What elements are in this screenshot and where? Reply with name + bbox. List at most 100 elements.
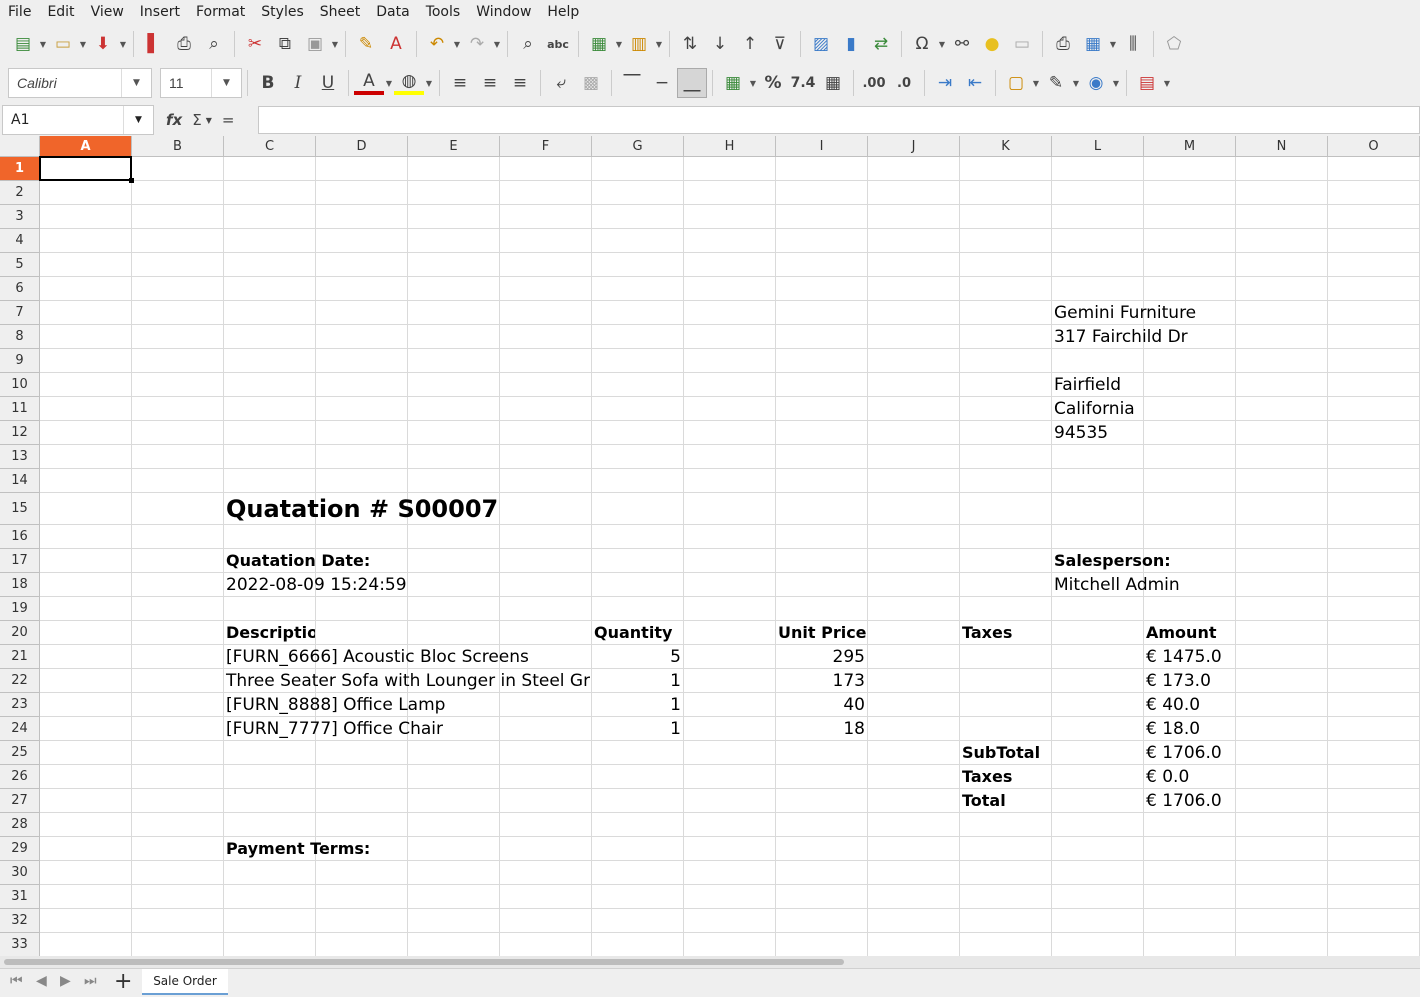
cell-l7[interactable]: Gemini Furniture <box>1052 301 1235 324</box>
column-dropdown-icon[interactable]: ▼ <box>654 29 664 59</box>
sort-icon[interactable]: ⇅ <box>675 29 705 59</box>
row-icon[interactable]: ▦ <box>584 29 614 59</box>
export-pdf-icon[interactable]: ▌ <box>139 29 169 59</box>
decrease-indent-icon[interactable]: ⇤ <box>960 68 990 98</box>
row-dropdown-icon[interactable]: ▼ <box>614 29 624 59</box>
menu-sheet[interactable]: Sheet <box>312 0 368 24</box>
row-header-5[interactable]: 5 <box>0 253 40 277</box>
spellcheck-icon[interactable]: abc <box>543 29 573 59</box>
border-color-icon[interactable]: ◉ <box>1081 68 1111 98</box>
open-dropdown-icon[interactable]: ▼ <box>78 29 88 59</box>
row-header-23[interactable]: 23 <box>0 693 40 717</box>
cell-l11[interactable]: California <box>1052 397 1235 420</box>
row-header-21[interactable]: 21 <box>0 645 40 669</box>
underline-icon[interactable]: U <box>313 68 343 98</box>
sort-ascending-icon[interactable]: ↓ <box>705 29 735 59</box>
cell-i20[interactable]: Unit Price <box>776 621 867 644</box>
align-center-icon[interactable]: ≡ <box>475 68 505 98</box>
row-header-28[interactable]: 28 <box>0 813 40 837</box>
row-header-15[interactable]: 15 <box>0 493 40 525</box>
cell-i23[interactable]: 40 <box>776 693 867 716</box>
align-right-icon[interactable]: ≡ <box>505 68 535 98</box>
number-format-icon[interactable]: 7.4 <box>788 68 818 98</box>
menu-styles[interactable]: Styles <box>253 0 311 24</box>
row-header-25[interactable]: 25 <box>0 741 40 765</box>
row-header-19[interactable]: 19 <box>0 597 40 621</box>
row-header-4[interactable]: 4 <box>0 229 40 253</box>
cell-c15[interactable]: Quatation # S00007 <box>224 493 591 524</box>
align-top-icon[interactable]: ⎺ <box>617 68 647 98</box>
split-window-icon[interactable]: ⫼ <box>1118 29 1148 59</box>
highlight-color-icon[interactable]: ◍ <box>394 71 424 95</box>
date-format-icon[interactable]: ▦ <box>818 68 848 98</box>
print-range-icon[interactable]: ⎙ <box>1048 29 1078 59</box>
redo-dropdown-icon[interactable]: ▼ <box>492 29 502 59</box>
row-header-9[interactable]: 9 <box>0 349 40 373</box>
cell-c24[interactable]: [FURN_7777] Office Chair <box>224 717 591 740</box>
conditional-dropdown-icon[interactable]: ▼ <box>1162 68 1172 98</box>
cell-l12[interactable]: 94535 <box>1052 421 1235 444</box>
row-header-33[interactable]: 33 <box>0 933 40 957</box>
print-preview-icon[interactable]: ⌕ <box>199 29 229 59</box>
row-header-2[interactable]: 2 <box>0 181 40 205</box>
cell-g21[interactable]: 5 <box>592 645 683 668</box>
cell-k27[interactable]: Total <box>960 789 1051 812</box>
highlight-dropdown-icon[interactable]: ▼ <box>424 68 434 98</box>
undo-dropdown-icon[interactable]: ▼ <box>452 29 462 59</box>
comment-icon[interactable]: ● <box>977 29 1007 59</box>
font-name-dropdown-icon[interactable]: ▼ <box>121 69 151 97</box>
cell-l10[interactable]: Fairfield <box>1052 373 1235 396</box>
insert-image-icon[interactable]: ▨ <box>806 29 836 59</box>
row-header-22[interactable]: 22 <box>0 669 40 693</box>
cell-c20[interactable]: Description <box>224 621 315 644</box>
column-header-h[interactable]: H <box>684 136 776 157</box>
row-header-12[interactable]: 12 <box>0 421 40 445</box>
header-footer-icon[interactable]: ▭ <box>1007 29 1037 59</box>
font-color-dropdown-icon[interactable]: ▼ <box>384 68 394 98</box>
cell-c23[interactable]: [FURN_8888] Office Lamp <box>224 693 591 716</box>
fill-handle[interactable] <box>129 178 134 183</box>
cell-m24[interactable]: € 18.0 <box>1144 717 1235 740</box>
borders-icon[interactable]: ▢ <box>1001 68 1031 98</box>
column-header-o[interactable]: O <box>1328 136 1420 157</box>
insert-chart-icon[interactable]: ▮ <box>836 29 866 59</box>
borders-dropdown-icon[interactable]: ▼ <box>1031 68 1041 98</box>
cell-c17[interactable]: Quatation Date: <box>224 549 499 572</box>
row-header-10[interactable]: 10 <box>0 373 40 397</box>
next-sheet-icon[interactable]: ▶ <box>60 973 71 989</box>
cell-m27[interactable]: € 1706.0 <box>1144 789 1235 812</box>
cut-icon[interactable]: ✂ <box>240 29 270 59</box>
column-header-m[interactable]: M <box>1144 136 1236 157</box>
row-header-14[interactable]: 14 <box>0 469 40 493</box>
cell-m21[interactable]: € 1475.0 <box>1144 645 1235 668</box>
border-color-dropdown-icon[interactable]: ▼ <box>1111 68 1121 98</box>
align-left-icon[interactable]: ≡ <box>445 68 475 98</box>
border-style-icon[interactable]: ✎ <box>1041 68 1071 98</box>
new-document-icon[interactable]: ▤ <box>8 29 38 59</box>
column-header-l[interactable]: L <box>1052 136 1144 157</box>
bold-icon[interactable]: B <box>253 68 283 98</box>
cell-k25[interactable]: SubTotal <box>960 741 1051 764</box>
clone-formatting-icon[interactable]: ✎ <box>351 29 381 59</box>
previous-sheet-icon[interactable]: ◀ <box>36 973 47 989</box>
currency-dropdown-icon[interactable]: ▼ <box>748 68 758 98</box>
cell-i22[interactable]: 173 <box>776 669 867 692</box>
align-middle-icon[interactable]: − <box>647 68 677 98</box>
find-replace-icon[interactable]: ⌕ <box>513 29 543 59</box>
row-header-16[interactable]: 16 <box>0 525 40 549</box>
font-size-box[interactable]: 11 ▼ <box>160 68 242 98</box>
cell-c29[interactable]: Payment Terms: <box>224 837 499 860</box>
font-color-icon[interactable]: A <box>354 71 384 95</box>
sheet-tab-sale-order[interactable]: Sale Order <box>142 969 228 995</box>
merge-cells-icon[interactable]: ▩ <box>576 68 606 98</box>
open-folder-icon[interactable]: ▭ <box>48 29 78 59</box>
cell-c22[interactable]: Three Seater Sofa with Lounger in Steel … <box>224 669 590 692</box>
row-header-1[interactable]: 1 <box>0 157 40 181</box>
cell-k26[interactable]: Taxes <box>960 765 1051 788</box>
column-header-n[interactable]: N <box>1236 136 1328 157</box>
sum-icon[interactable]: Σ <box>192 111 201 129</box>
italic-icon[interactable]: I <box>283 68 313 98</box>
row-header-18[interactable]: 18 <box>0 573 40 597</box>
name-box-dropdown-icon[interactable]: ▼ <box>123 106 153 134</box>
cell-m20[interactable]: Amount <box>1144 621 1235 644</box>
